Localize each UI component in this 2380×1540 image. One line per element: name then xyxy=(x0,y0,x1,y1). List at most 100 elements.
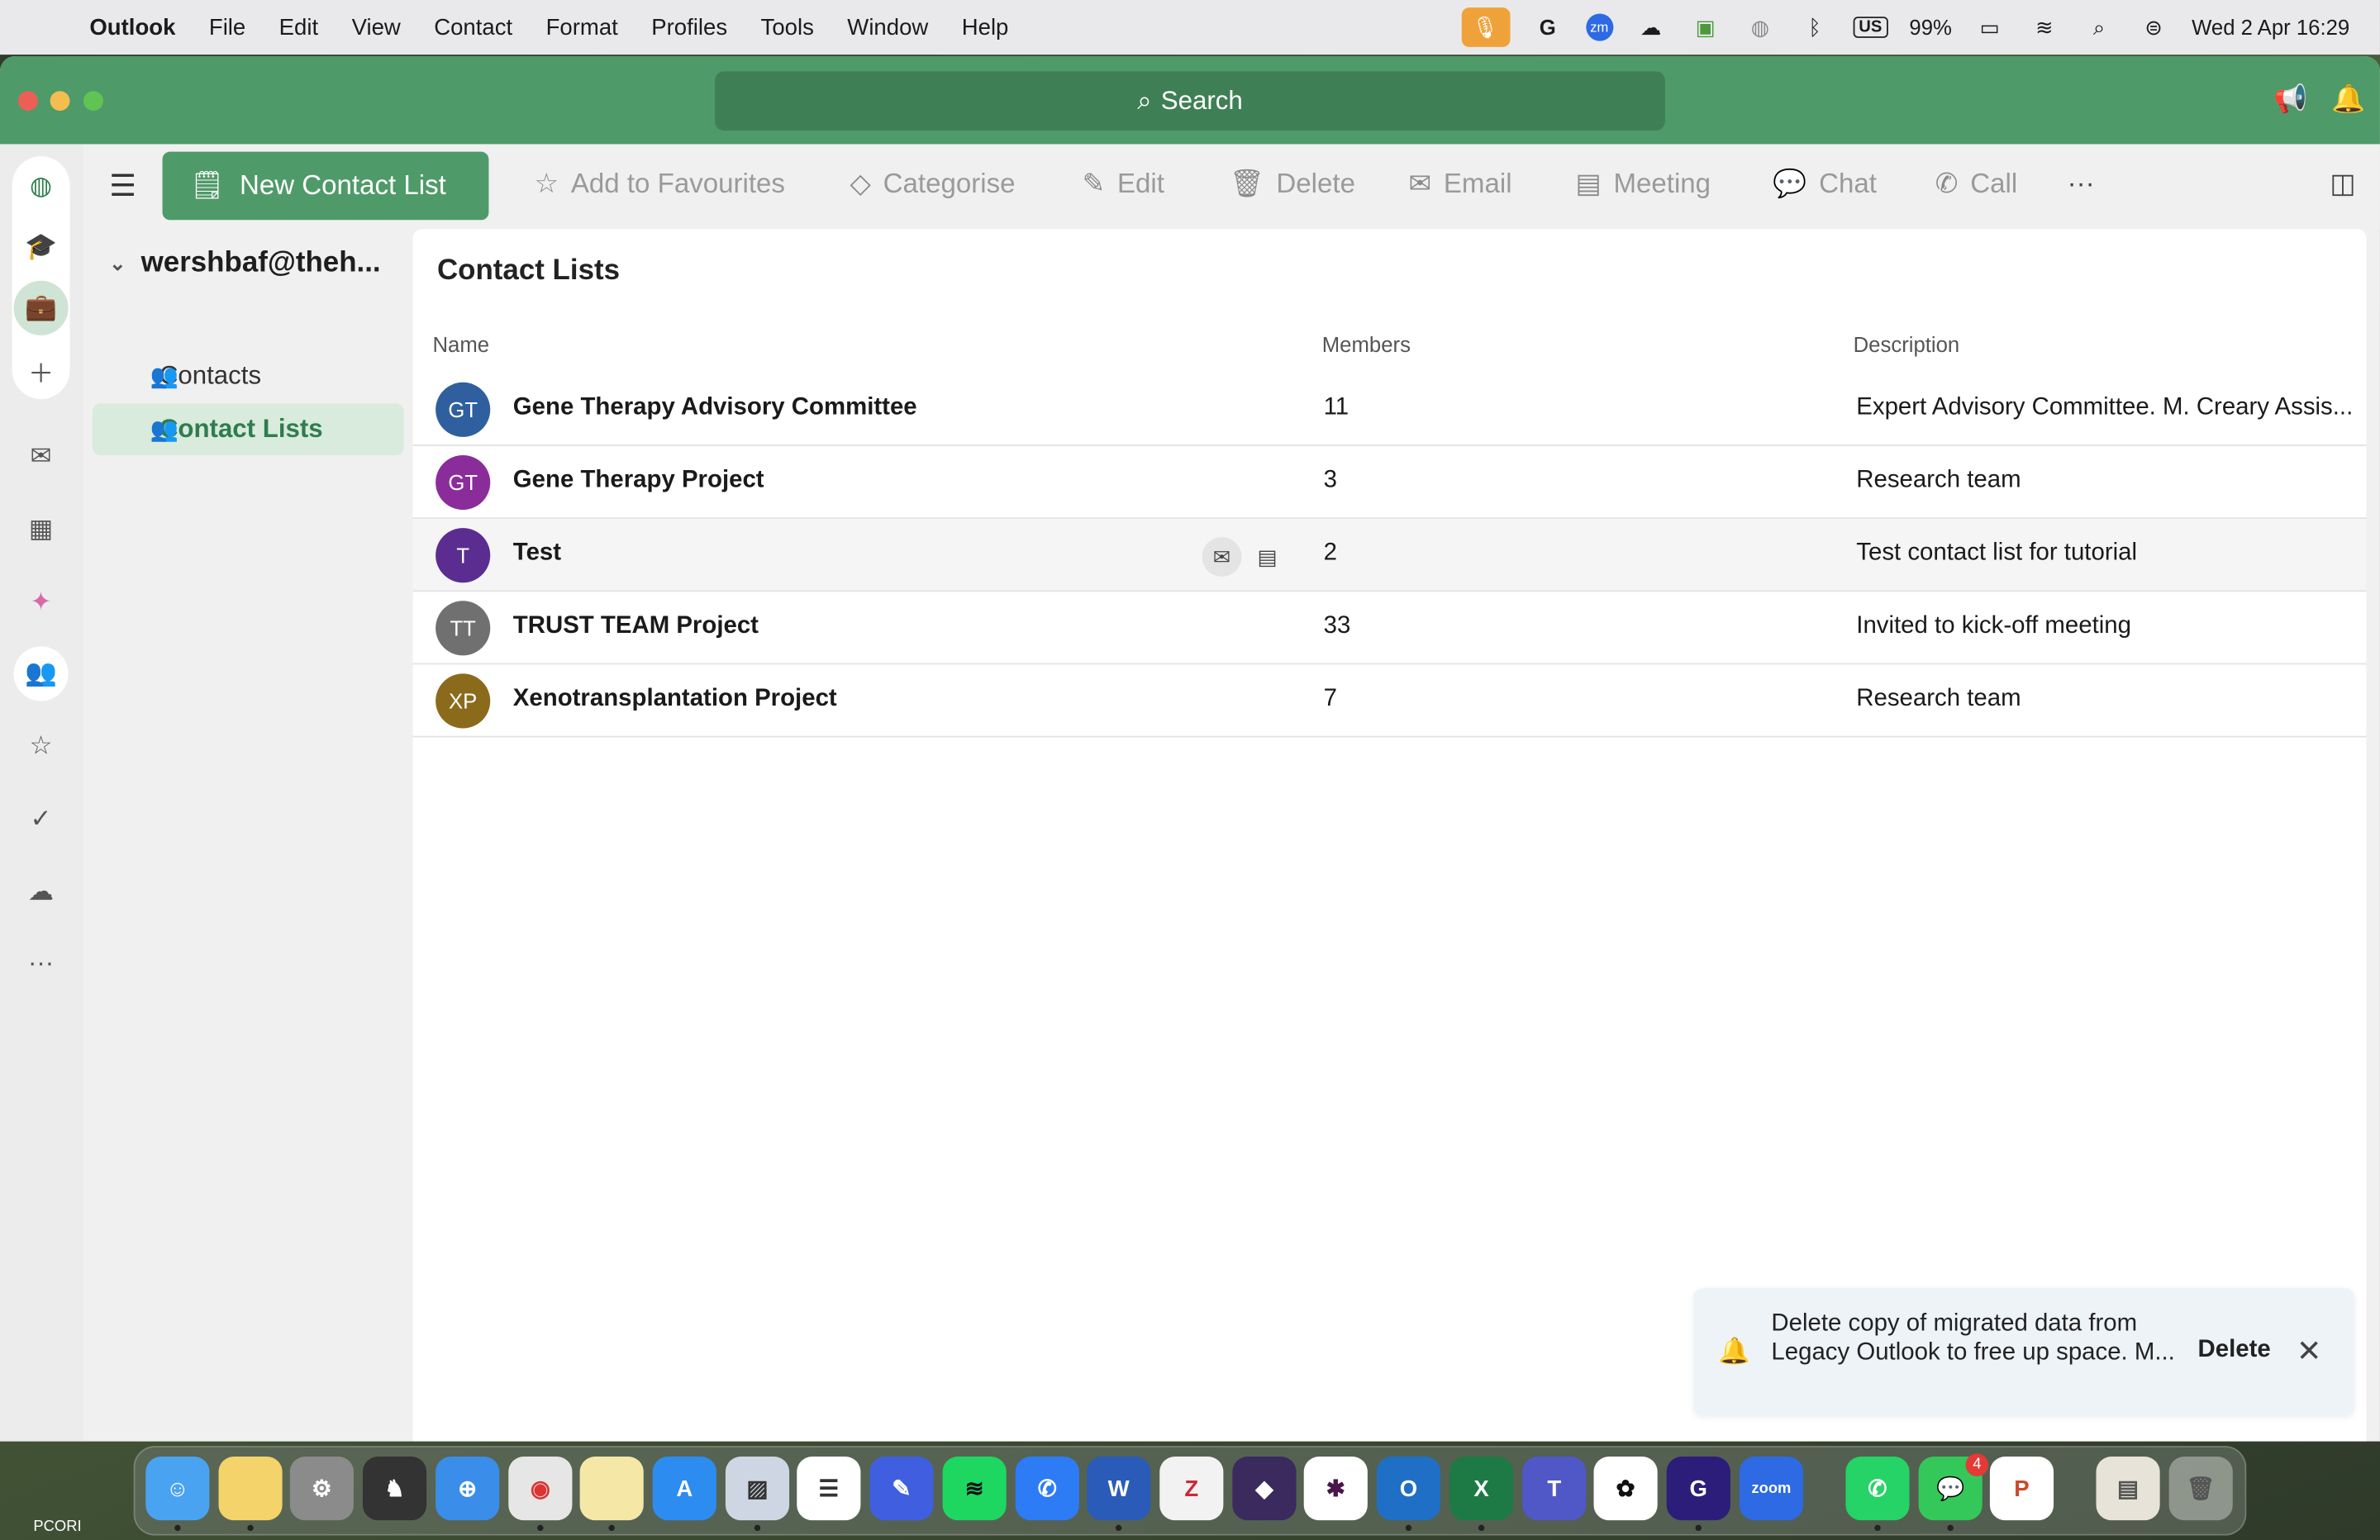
meeting-button[interactable]: ▤ Meeting xyxy=(1575,169,1711,201)
column-header-name[interactable]: Name xyxy=(432,332,489,356)
chat-button[interactable]: 💬 Chat xyxy=(1773,169,1877,201)
menu-file[interactable]: File xyxy=(209,14,245,40)
column-header-description[interactable]: Description xyxy=(1854,332,1960,356)
cloud-icon[interactable]: ☁ xyxy=(1634,12,1667,43)
globe-account-icon[interactable]: ◍ xyxy=(14,159,69,214)
grammarly-icon[interactable]: G xyxy=(1531,12,1564,43)
notification-bell-icon[interactable]: 🔔 xyxy=(2331,83,2365,116)
zotero-icon[interactable]: Z xyxy=(1159,1457,1224,1521)
zoom-icon[interactable]: zoom xyxy=(1739,1457,1803,1521)
slack-icon[interactable]: ✱ xyxy=(1303,1457,1368,1521)
menu-view[interactable]: View xyxy=(352,14,401,40)
microphone-icon[interactable]: 🎙 xyxy=(1461,7,1510,47)
onedrive-cloud-icon[interactable]: ☁ xyxy=(14,865,69,920)
table-row[interactable]: GT Gene Therapy Project 3 Research team xyxy=(412,446,2367,520)
zoom-status-icon[interactable]: zm xyxy=(1585,13,1613,41)
row-email-icon[interactable]: ✉ xyxy=(1202,537,1242,577)
hamburger-menu-icon[interactable]: ☰ xyxy=(109,167,142,203)
teams-icon[interactable]: T xyxy=(1522,1457,1587,1521)
minimize-window-button[interactable] xyxy=(50,91,70,112)
system-settings-icon[interactable]: ⚙ xyxy=(289,1457,354,1521)
row-meeting-icon[interactable]: ▤ xyxy=(1248,537,1288,577)
powerpoint-icon[interactable]: P xyxy=(1989,1457,2054,1521)
search-box[interactable]: ⌕ Search xyxy=(715,71,1665,131)
spotlight-search-icon[interactable]: ⌕ xyxy=(2082,12,2116,43)
outlook-icon[interactable]: O xyxy=(1376,1457,1441,1521)
add-to-favourites-button[interactable]: ☆ Add to Favourites xyxy=(535,169,785,201)
chatgpt-icon[interactable]: ✿ xyxy=(1593,1457,1658,1521)
education-account-icon[interactable]: 🎓 xyxy=(14,220,69,274)
menu-help[interactable]: Help xyxy=(962,14,1009,40)
chess-icon[interactable]: ♞ xyxy=(362,1457,427,1521)
table-row[interactable]: GT Gene Therapy Advisory Committee 11 Ex… xyxy=(412,373,2367,446)
delete-button[interactable]: 🗑 Delete xyxy=(1230,169,1355,201)
menu-app-name[interactable]: Outlook xyxy=(89,14,175,40)
stickies-icon[interactable] xyxy=(218,1457,283,1521)
globe-status-icon[interactable]: ◍ xyxy=(1744,12,1777,43)
preview-icon[interactable]: ▨ xyxy=(725,1457,790,1521)
add-to-favourites-label: Add to Favourites xyxy=(570,168,785,199)
meeting-calendar-icon: ▤ xyxy=(1575,168,1602,199)
menubar-clock[interactable]: Wed 2 Apr 16:29 xyxy=(2192,15,2349,39)
email-button[interactable]: ✉ Email xyxy=(1408,169,1511,201)
safari-icon[interactable]: ⊕ xyxy=(436,1457,500,1521)
mail-icon[interactable]: ✉ xyxy=(14,430,69,484)
notification-delete-button[interactable]: Delete xyxy=(2198,1337,2271,1364)
chrome-icon[interactable]: ◉ xyxy=(508,1457,573,1521)
app-store-icon[interactable]: A xyxy=(652,1457,716,1521)
table-row[interactable]: XP Xenotransplantation Project 7 Researc… xyxy=(412,664,2367,738)
word-icon[interactable]: W xyxy=(1087,1457,1151,1521)
members-count: 2 xyxy=(1323,539,1337,567)
close-window-button[interactable] xyxy=(18,91,38,112)
column-header-members[interactable]: Members xyxy=(1322,332,1411,356)
whatsapp-icon[interactable]: ✆ xyxy=(1845,1457,1910,1521)
menu-tools[interactable]: Tools xyxy=(761,14,814,40)
trash-icon: 🗑 xyxy=(1229,168,1264,199)
battery-icon[interactable]: ▭ xyxy=(1973,12,2006,43)
menu-format[interactable]: Format xyxy=(546,14,618,40)
obsidian-icon[interactable]: ◆ xyxy=(1232,1457,1297,1521)
bluetooth-icon[interactable]: ᛒ xyxy=(1798,12,1831,43)
grammarly-app-icon[interactable]: G xyxy=(1666,1457,1730,1521)
more-actions-button[interactable]: ··· xyxy=(2068,169,2095,201)
reminders-icon[interactable]: ☰ xyxy=(797,1457,861,1521)
zoom-window-button[interactable] xyxy=(83,91,103,112)
favourites-star-icon[interactable]: ☆ xyxy=(14,720,69,774)
copilot-icon[interactable]: ✦ xyxy=(14,575,69,630)
people-icon[interactable]: 👥 xyxy=(13,646,69,701)
folder-contacts[interactable]: 👥 Contacts xyxy=(93,350,404,402)
spotify-icon[interactable]: ≋ xyxy=(942,1457,1007,1521)
menu-bar: Outlook File Edit View Contact Format Pr… xyxy=(0,0,2380,55)
wifi-icon[interactable]: ≋ xyxy=(2028,12,2061,43)
printer-icon[interactable]: ▣ xyxy=(1689,12,1722,43)
new-contact-list-button[interactable]: 🗒 New Contact List xyxy=(162,151,489,221)
menu-contact[interactable]: Contact xyxy=(434,14,512,40)
add-account-icon[interactable]: ＋ xyxy=(13,343,69,398)
account-header[interactable]: ⌄ wershbaf@theh... xyxy=(109,247,412,280)
folder-contact-lists[interactable]: 👥 Contact Lists xyxy=(93,403,404,455)
megaphone-icon[interactable]: 📢 xyxy=(2273,83,2307,116)
edit-button[interactable]: ✎ Edit xyxy=(1083,169,1164,201)
table-row[interactable]: T Test ✉ ▤ 2 Test contact list for tutor… xyxy=(412,519,2367,592)
menu-profiles[interactable]: Profiles xyxy=(651,14,727,40)
close-icon[interactable]: ✕ xyxy=(2297,1332,2322,1370)
finder-icon[interactable]: ☺ xyxy=(145,1457,210,1521)
work-account-icon[interactable]: 💼 xyxy=(13,280,69,335)
call-button[interactable]: ✆ Call xyxy=(1935,169,2017,201)
notes-icon[interactable] xyxy=(579,1457,644,1521)
documents-folder-icon[interactable]: ▤ xyxy=(2096,1457,2160,1521)
trash-bin-icon[interactable]: 🗑 xyxy=(2168,1457,2233,1521)
categorise-button[interactable]: ◇ Categorise xyxy=(850,169,1016,201)
calendar-icon[interactable]: ▦ xyxy=(14,502,69,557)
pencil-app-icon[interactable]: ✎ xyxy=(869,1457,934,1521)
menu-edit[interactable]: Edit xyxy=(279,14,318,40)
excel-icon[interactable]: X xyxy=(1449,1457,1514,1521)
messenger-icon[interactable]: ✆ xyxy=(1015,1457,1079,1521)
keyboard-layout-indicator[interactable]: US xyxy=(1852,17,1888,38)
menu-window[interactable]: Window xyxy=(847,14,928,40)
control-center-icon[interactable]: ⊜ xyxy=(2137,12,2170,43)
more-apps-icon[interactable]: ··· xyxy=(14,936,69,991)
table-row[interactable]: TT TRUST TEAM Project 33 Invited to kick… xyxy=(412,592,2367,665)
toggle-pane-icon[interactable]: ◫ xyxy=(2330,169,2355,201)
tasks-check-icon[interactable]: ✓ xyxy=(14,792,69,847)
